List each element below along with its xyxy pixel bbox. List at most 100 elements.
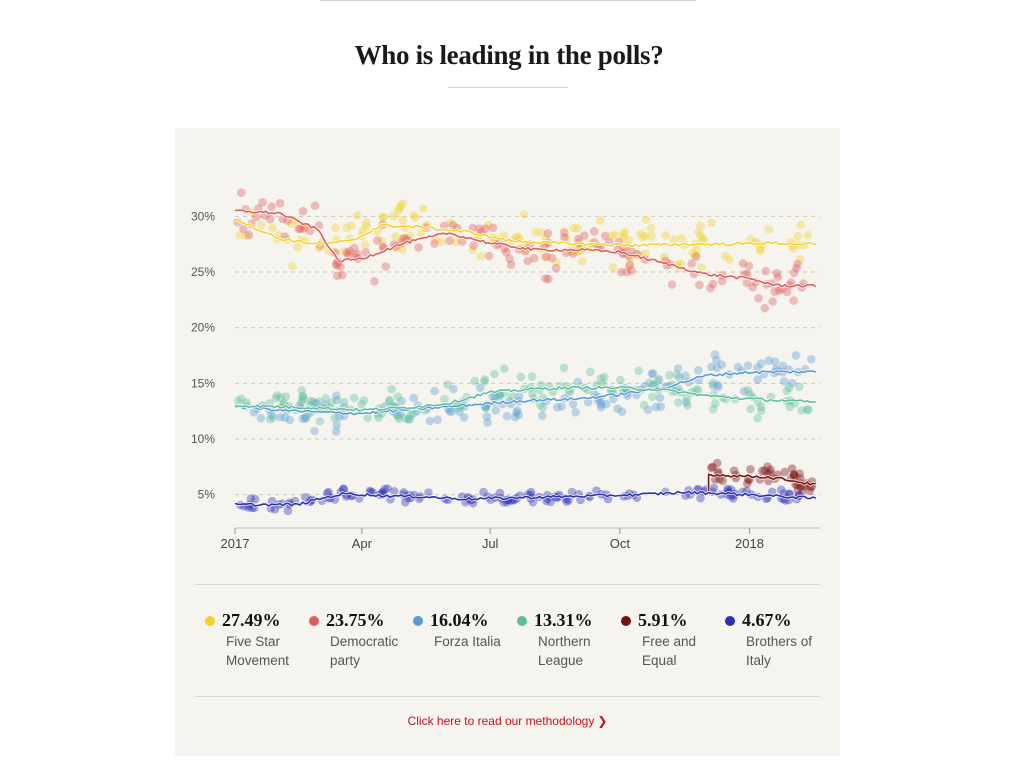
poll-point <box>275 198 285 208</box>
poll-point <box>256 413 266 423</box>
legend-value: 13.31% <box>534 610 593 630</box>
poll-point <box>648 392 657 402</box>
poll-point <box>635 229 645 239</box>
poll-point <box>470 376 480 386</box>
poll-point <box>707 218 716 228</box>
poll-point <box>546 497 555 507</box>
poll-point <box>596 216 605 225</box>
poll-point <box>370 277 379 286</box>
chevron-right-icon: ❯ <box>597 714 608 728</box>
poll-point <box>674 398 683 407</box>
poll-point <box>396 201 405 210</box>
poll-point <box>330 413 339 423</box>
poll-point <box>744 386 753 395</box>
poll-point <box>656 402 666 412</box>
poll-point <box>756 402 766 412</box>
poll-point <box>469 241 478 250</box>
poll-point <box>268 413 278 422</box>
legend-item-northern-league: 13.31% Northern League <box>517 610 621 670</box>
poll-point <box>552 403 562 412</box>
legend-label: Brothers of Italy <box>746 634 813 668</box>
methodology-link[interactable]: Click here to read our methodology ❯ <box>175 714 840 728</box>
poll-point <box>387 384 396 394</box>
poll-point <box>283 506 293 516</box>
poll-point <box>508 391 517 401</box>
methodology-link-text[interactable]: Click here to read our methodology <box>408 714 595 728</box>
legend-label: Northern League <box>538 634 591 668</box>
poll-point <box>770 287 779 296</box>
poll-point <box>297 397 306 407</box>
poll-point <box>281 392 290 401</box>
poll-point <box>665 371 674 380</box>
poll-point <box>645 378 654 387</box>
poll-point <box>782 386 792 396</box>
poll-point <box>393 392 403 402</box>
poll-point <box>389 212 398 221</box>
poll-point <box>803 405 812 414</box>
poll-point <box>569 223 579 233</box>
poll-point <box>559 363 569 373</box>
poll-point <box>655 393 665 403</box>
poll-point <box>803 230 813 240</box>
poll-point <box>795 382 804 391</box>
poll-point <box>770 357 780 366</box>
poll-point <box>331 223 340 233</box>
legend-label: Five Star Movement <box>226 634 290 668</box>
poll-point <box>763 462 772 472</box>
poll-point <box>409 210 418 220</box>
legend: 27.49% Five Star Movement 23.75% Democra… <box>205 610 825 690</box>
poll-point <box>706 283 715 293</box>
poll-point <box>336 262 345 272</box>
poll-point <box>710 350 720 359</box>
legend-label: Democratic party <box>330 634 399 668</box>
title-divider <box>448 87 568 88</box>
poll-point <box>608 263 618 272</box>
poll-point <box>527 372 537 381</box>
poll-point <box>488 223 498 233</box>
poll-point <box>712 458 722 468</box>
poll-point <box>244 230 254 240</box>
poll-point <box>459 413 469 422</box>
poll-point <box>267 202 276 211</box>
poll-point <box>573 377 583 387</box>
northern-league-color-dot <box>517 615 527 626</box>
x-tick-label: Jul <box>482 536 499 551</box>
poll-point <box>237 188 246 197</box>
poll-point <box>639 400 649 410</box>
poll-point <box>807 354 816 364</box>
poll-point <box>560 228 569 237</box>
poll-point <box>349 393 359 403</box>
poll-point <box>634 366 643 376</box>
poll-point <box>764 225 774 234</box>
poll-chart: 5% 10% 15% 20% 25% 30% 2017 Apr Jul Oct 2018 <box>191 188 820 551</box>
legend-item-forza-italia: 16.04% Forza Italia <box>413 610 517 651</box>
poll-point <box>433 415 442 425</box>
poll-point <box>616 375 625 385</box>
poll-point <box>617 407 627 417</box>
poll-point <box>310 201 320 210</box>
poll-point <box>792 263 801 273</box>
legend-bottom-divider <box>195 696 820 697</box>
poll-point <box>480 375 490 384</box>
poll-point <box>696 221 705 231</box>
poll-point <box>641 215 651 225</box>
poll-point <box>352 211 362 220</box>
legend-value: 4.67% <box>742 610 792 630</box>
poll-point <box>754 294 763 303</box>
poll-point <box>672 370 682 379</box>
poll-point <box>418 204 428 213</box>
poll-point <box>347 221 356 230</box>
y-tick-label: 15% <box>191 376 215 390</box>
poll-point <box>502 411 512 421</box>
poll-point <box>795 469 804 478</box>
poll-point <box>443 380 452 389</box>
poll-point <box>394 414 404 424</box>
poll-point <box>310 426 319 436</box>
y-tick-label: 10% <box>191 432 215 446</box>
x-tick-label: 2017 <box>221 536 250 551</box>
poll-point <box>647 232 656 241</box>
poll-point <box>709 483 719 493</box>
y-tick-label: 25% <box>191 265 215 279</box>
poll-point <box>667 280 677 289</box>
democratic-color-dot <box>309 615 319 626</box>
